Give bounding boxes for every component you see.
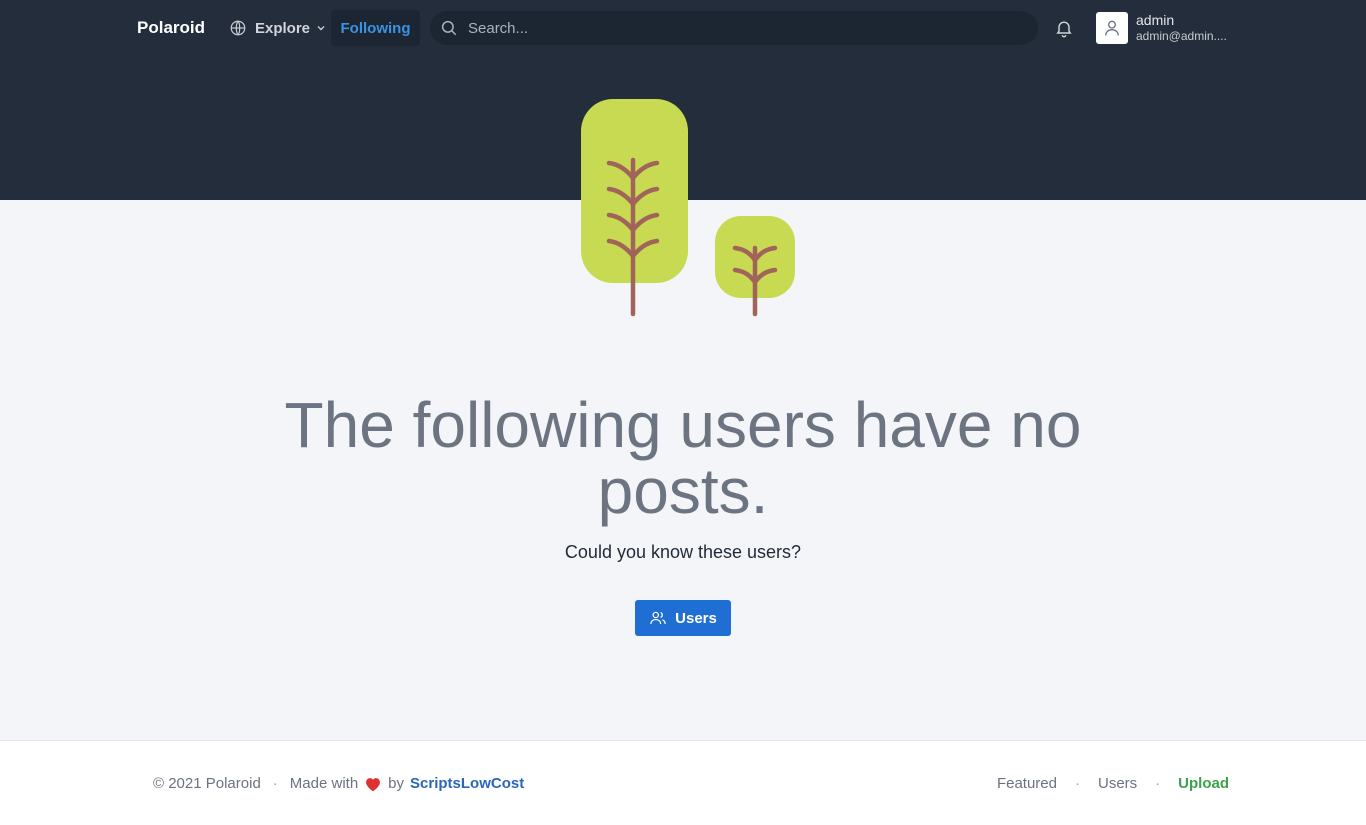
- users-button[interactable]: Users: [635, 600, 731, 636]
- footer-separator: ·: [1155, 775, 1161, 792]
- search-bar[interactable]: [430, 11, 1038, 45]
- footer-link-users[interactable]: Users: [1098, 775, 1137, 792]
- footer-credits: © 2021 Polaroid · Made with by ScriptsLo…: [153, 775, 524, 792]
- nav-explore[interactable]: Explore: [229, 10, 326, 46]
- footer-separator: ·: [1074, 775, 1080, 792]
- search-input[interactable]: [468, 19, 1008, 37]
- footer: © 2021 Polaroid · Made with by ScriptsLo…: [0, 740, 1366, 825]
- chevron-down-icon: [317, 26, 325, 31]
- empty-state-title: The following users have no posts.: [284, 389, 1082, 527]
- footer-links: Featured · Users · Upload: [997, 775, 1229, 792]
- footer-link-upload[interactable]: Upload: [1178, 775, 1229, 792]
- footer-made-with: Made with: [289, 775, 359, 792]
- user-name: admin: [1136, 12, 1175, 28]
- globe-icon: [230, 20, 246, 36]
- footer-link-featured[interactable]: Featured: [997, 775, 1057, 792]
- users-button-label: Users: [675, 609, 717, 627]
- heart-icon: [366, 777, 381, 791]
- user-menu[interactable]: admin admin@admin....: [1096, 12, 1227, 44]
- brand-logo[interactable]: Polaroid: [137, 18, 205, 38]
- notifications-button[interactable]: [1054, 18, 1074, 38]
- empty-state-subtitle: Could you know these users?: [564, 542, 802, 562]
- users-icon: [650, 611, 666, 625]
- nav-following-label: Following: [340, 19, 411, 37]
- trees-illustration: [581, 99, 795, 317]
- user-info: admin admin@admin....: [1136, 12, 1227, 44]
- footer-copyright: © 2021 Polaroid: [153, 775, 261, 792]
- nav-explore-label: Explore: [255, 19, 311, 37]
- footer-separator: ·: [272, 775, 278, 792]
- search-icon: [441, 20, 457, 36]
- avatar: [1096, 12, 1128, 44]
- bell-icon: [1056, 21, 1072, 38]
- user-icon: [1105, 20, 1119, 36]
- footer-author-link[interactable]: ScriptsLowCost: [410, 775, 524, 792]
- nav-following[interactable]: Following: [331, 10, 420, 46]
- user-email: admin@admin....: [1136, 29, 1227, 43]
- top-navbar: Polaroid Explore Following Search... adm…: [0, 0, 1366, 56]
- footer-by: by: [388, 775, 405, 792]
